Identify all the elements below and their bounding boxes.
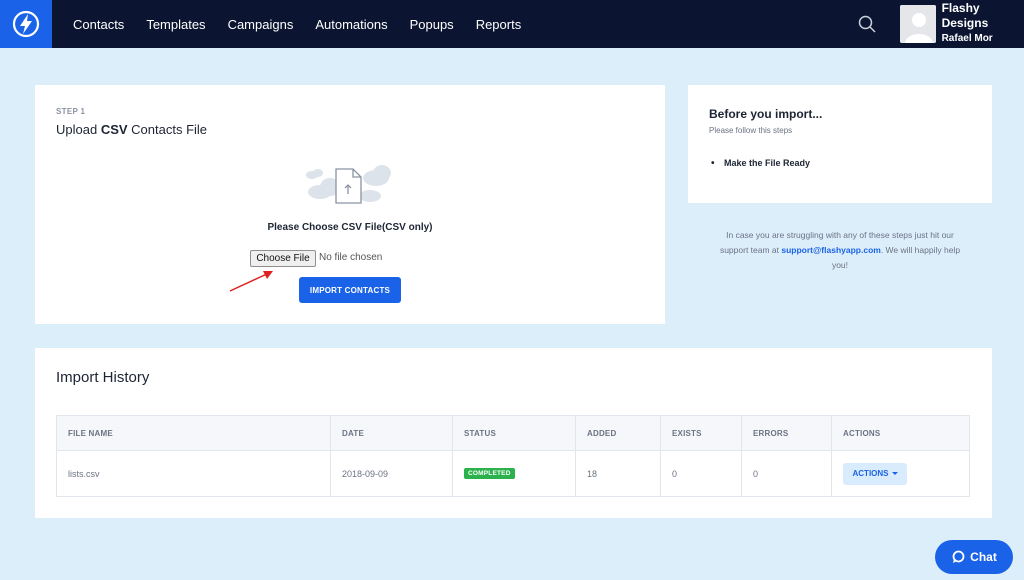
nav-reports[interactable]: Reports <box>476 17 522 32</box>
choose-file-label: Please Choose CSV File(CSV only) <box>267 222 433 233</box>
before-title: Before you import... <box>709 107 823 121</box>
column-header-file-name: FILE NAME <box>57 416 331 450</box>
upload-card: STEP 1 Upload CSV Contacts File Please C… <box>35 85 665 324</box>
actions-label: ACTIONS <box>852 469 889 478</box>
upload-title: Upload CSV Contacts File <box>56 122 207 137</box>
column-header-exists: EXISTS <box>661 416 742 450</box>
choose-file-button[interactable]: Choose File <box>250 250 316 267</box>
cloud-file-upload-icon <box>306 157 394 214</box>
list-item: Make the File Ready <box>711 158 810 169</box>
nav-campaigns[interactable]: Campaigns <box>228 17 294 32</box>
column-header-errors: ERRORS <box>742 416 832 450</box>
column-header-actions: ACTIONS <box>843 428 881 438</box>
upload-title-suffix: Contacts File <box>127 122 208 137</box>
before-subtitle: Please follow this steps <box>709 126 793 135</box>
step-label: STEP 1 <box>56 107 86 116</box>
chat-button[interactable]: Chat <box>935 540 1013 574</box>
column-header-status: STATUS <box>453 416 576 450</box>
caret-down-icon <box>891 472 898 475</box>
table-header: FILE NAME DATE STATUS ADDED EXISTS ERROR… <box>57 416 969 451</box>
support-email-link[interactable]: support@flashyapp.com <box>781 245 880 255</box>
history-title: Import History <box>56 369 150 386</box>
brand-logo[interactable] <box>0 0 52 48</box>
search-icon <box>858 15 876 33</box>
column-header-added: ADDED <box>576 416 661 450</box>
status-badge: COMPLETED <box>464 468 515 479</box>
search-button[interactable] <box>856 13 878 35</box>
cell-exists: 0 <box>661 451 742 496</box>
main-nav: Contacts Templates Campaigns Automations… <box>62 0 532 48</box>
lightning-bolt-icon <box>12 10 40 38</box>
chat-bubble-icon <box>951 550 965 564</box>
nav-automations[interactable]: Automations <box>315 17 387 32</box>
user-menu[interactable]: Flashy Designs Rafael Mor <box>898 1 1024 47</box>
red-arrow-annotation <box>229 271 273 292</box>
file-status: No file chosen <box>319 252 383 263</box>
cell-errors: 0 <box>742 451 832 496</box>
cell-status: COMPLETED <box>453 451 576 496</box>
upload-title-format: CSV <box>100 122 128 137</box>
column-header-date: DATE <box>331 416 453 450</box>
cell-actions: ACTIONS <box>832 451 969 496</box>
cell-file-name: lists.csv <box>57 451 331 496</box>
user-avatar-icon <box>900 5 936 43</box>
table-row: lists.csv 2018-09-09 COMPLETED 18 0 0 AC… <box>57 451 969 496</box>
user-name: Rafael Mor <box>941 33 993 44</box>
actions-dropdown-button[interactable]: ACTIONS <box>843 462 907 485</box>
support-help-text: In case you are struggling with any of t… <box>713 228 967 273</box>
upload-title-prefix: Upload <box>56 122 101 137</box>
nav-popups[interactable]: Popups <box>410 17 454 32</box>
cell-added: 18 <box>576 451 661 496</box>
cell-date: 2018-09-09 <box>331 451 453 496</box>
import-contacts-button[interactable]: IMPORT CONTACTS <box>299 277 401 303</box>
import-history-card: Import History FILE NAME DATE STATUS ADD… <box>35 348 992 518</box>
before-import-card: Before you import... Please follow this … <box>688 85 992 203</box>
chat-label: Chat <box>970 550 997 564</box>
history-table: FILE NAME DATE STATUS ADDED EXISTS ERROR… <box>56 415 970 497</box>
nav-contacts[interactable]: Contacts <box>73 17 124 32</box>
user-company: Flashy Designs <box>941 1 989 30</box>
user-info: Flashy Designs Rafael Mor <box>942 1 1024 47</box>
top-navbar: Contacts Templates Campaigns Automations… <box>0 0 1024 48</box>
avatar <box>900 5 936 43</box>
nav-templates[interactable]: Templates <box>146 17 205 32</box>
